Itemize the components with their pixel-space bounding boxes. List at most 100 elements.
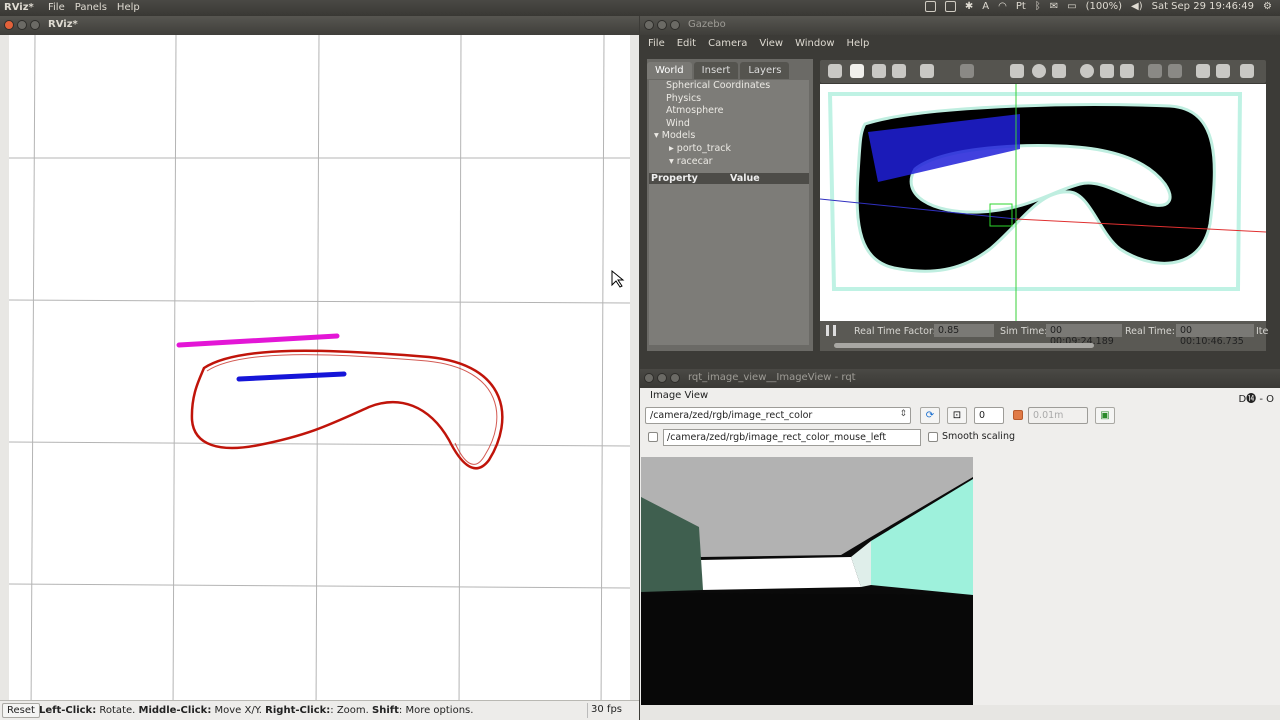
road-surface (641, 593, 973, 705)
cylinder-shape-icon[interactable] (1052, 64, 1066, 78)
rviz-titlebar[interactable]: RViz* (0, 16, 639, 35)
sphere-shape-icon[interactable] (1032, 64, 1046, 78)
gazebo-titlebar[interactable]: Gazebo (640, 16, 1280, 35)
mail-icon[interactable]: ✉ (1050, 1, 1058, 12)
align-icon[interactable] (1196, 64, 1210, 78)
gazebo-window: Gazebo File Edit Camera View Window Help… (640, 16, 1280, 366)
tree-item-racecar[interactable]: ▾ racecar (649, 156, 809, 169)
gz-menu-help[interactable]: Help (847, 38, 870, 55)
expand-down-icon[interactable]: ▾ (669, 156, 677, 167)
select-arrow-icon[interactable] (828, 64, 842, 78)
maximize-icon[interactable] (30, 20, 40, 30)
wifi-icon[interactable]: ◠ (998, 1, 1007, 12)
left-panel-collapse-handle[interactable] (0, 35, 9, 716)
tab-insert[interactable]: Insert (693, 62, 739, 79)
iterations-label: Ite (1256, 326, 1269, 337)
point-light-icon[interactable] (1080, 64, 1094, 78)
tree-item-physics[interactable]: Physics (649, 93, 809, 106)
real-time-label: Real Time: (1125, 326, 1175, 337)
gz-menu-edit[interactable]: Edit (677, 38, 696, 55)
publish-mouse-checkbox[interactable] (648, 432, 658, 442)
undo-icon[interactable] (920, 64, 934, 78)
mouse-topic-field[interactable]: /camera/zed/rgb/image_rect_color_mouse_l… (663, 429, 921, 446)
minimize-icon[interactable] (657, 373, 667, 383)
tree-item-wind[interactable]: Wind (649, 118, 809, 131)
tree-item-atmosphere[interactable]: Atmosphere (649, 105, 809, 118)
save-image-icon[interactable]: ▣ (1095, 407, 1115, 424)
mouse-cursor-icon (611, 269, 625, 288)
tree-item-models[interactable]: ▾ Models (649, 130, 809, 143)
snap-icon[interactable] (1216, 64, 1230, 78)
spot-light-icon[interactable] (1100, 64, 1114, 78)
scale-icon[interactable] (892, 64, 906, 78)
network-indicator-icon[interactable] (924, 1, 936, 12)
tree-item-spherical[interactable]: Spherical Coordinates (649, 80, 809, 93)
magnet-icon[interactable] (1240, 64, 1254, 78)
close-icon[interactable] (644, 373, 654, 383)
gz-menu-camera[interactable]: Camera (708, 38, 747, 55)
rotate-icon[interactable] (872, 64, 886, 78)
rqt-titlebar[interactable]: rqt_image_view__ImageView - rqt (640, 369, 1280, 388)
close-icon[interactable] (644, 20, 654, 30)
topic-select[interactable]: /camera/zed/rgb/image_rect_color ⇕ (645, 407, 911, 424)
settings-gear-icon[interactable]: ✱ (965, 1, 973, 12)
redo-icon[interactable] (960, 64, 974, 78)
pause-icon[interactable] (826, 325, 836, 336)
menu-help[interactable]: Help (117, 2, 140, 13)
accessibility-icon[interactable]: A (982, 1, 989, 12)
bluetooth-icon[interactable]: ᛒ (1035, 1, 1041, 12)
close-icon[interactable] (4, 20, 14, 30)
rviz-window: RViz* Reset Left-Click: Rotate. Middle-C… (0, 16, 639, 720)
rotation-spinbox[interactable]: 0 (974, 407, 1004, 424)
gazebo-menubar: File Edit Camera View Window Help (640, 35, 1280, 55)
reset-button[interactable]: Reset (2, 703, 40, 718)
expand-right-icon[interactable]: ▸ (669, 143, 677, 154)
gazebo-toolbar (820, 60, 1266, 83)
mouse-topic-row: /camera/zed/rgb/image_rect_color_mouse_l… (640, 428, 1280, 448)
menu-file[interactable]: File (48, 2, 65, 13)
box-shape-icon[interactable] (1010, 64, 1024, 78)
maximize-icon[interactable] (670, 20, 680, 30)
gz-menu-view[interactable]: View (759, 38, 783, 55)
system-tray: ✱ A ◠ Pt ᛒ ✉ ▭ (100%) ◀) Sat Sep 29 19:4… (924, 1, 1272, 12)
rviz-3d-view[interactable] (9, 35, 630, 716)
smooth-scaling-checkbox[interactable] (928, 432, 938, 442)
record-icon[interactable] (944, 1, 956, 12)
gz-menu-window[interactable]: Window (795, 38, 834, 55)
camera-image[interactable] (641, 457, 973, 705)
power-gear-icon[interactable]: ⚙ (1263, 1, 1272, 12)
tree-item-porto-track[interactable]: ▸ porto_track (649, 143, 809, 156)
dynamic-range-checkbox[interactable] (1013, 410, 1023, 420)
battery-percent: (100%) (1085, 1, 1123, 12)
translate-icon[interactable] (850, 64, 864, 78)
gazebo-3d-scene[interactable] (820, 84, 1266, 330)
volume-icon[interactable]: ◀) (1131, 1, 1143, 12)
image-view-dock-header: Image View D⓮ - O (640, 388, 1280, 405)
battery-icon[interactable]: ▭ (1067, 1, 1076, 12)
expand-down-icon[interactable]: ▾ (654, 130, 662, 141)
max-range-spinbox[interactable]: 0.01m (1028, 407, 1088, 424)
horizontal-scrollbar[interactable] (834, 343, 1094, 348)
directional-light-icon[interactable] (1120, 64, 1134, 78)
gz-menu-file[interactable]: File (648, 38, 665, 55)
paste-icon[interactable] (1168, 64, 1182, 78)
maximize-icon[interactable] (670, 373, 680, 383)
magenta-trajectory (176, 333, 340, 348)
minimize-icon[interactable] (17, 20, 27, 30)
keyboard-layout-icon[interactable]: Pt (1016, 1, 1026, 12)
clock[interactable]: Sat Sep 29 19:46:49 (1152, 1, 1254, 12)
grid-line (9, 299, 630, 304)
dock-controls[interactable]: D⓮ - O (1238, 390, 1274, 405)
grid-line (9, 583, 630, 589)
tab-layers[interactable]: Layers (740, 62, 790, 79)
refresh-icon[interactable]: ⟳ (920, 407, 940, 424)
right-panel-collapse-handle[interactable] (630, 35, 639, 716)
copy-icon[interactable] (1148, 64, 1162, 78)
tab-world[interactable]: World (647, 62, 692, 79)
menu-panels[interactable]: Panels (75, 2, 107, 13)
rqt-status-strip (640, 705, 1280, 720)
zoom-fit-icon[interactable]: ⊡ (947, 407, 967, 424)
minimize-icon[interactable] (657, 20, 667, 30)
grid-line (458, 35, 462, 716)
sim-time-label: Sim Time: (1000, 326, 1048, 337)
